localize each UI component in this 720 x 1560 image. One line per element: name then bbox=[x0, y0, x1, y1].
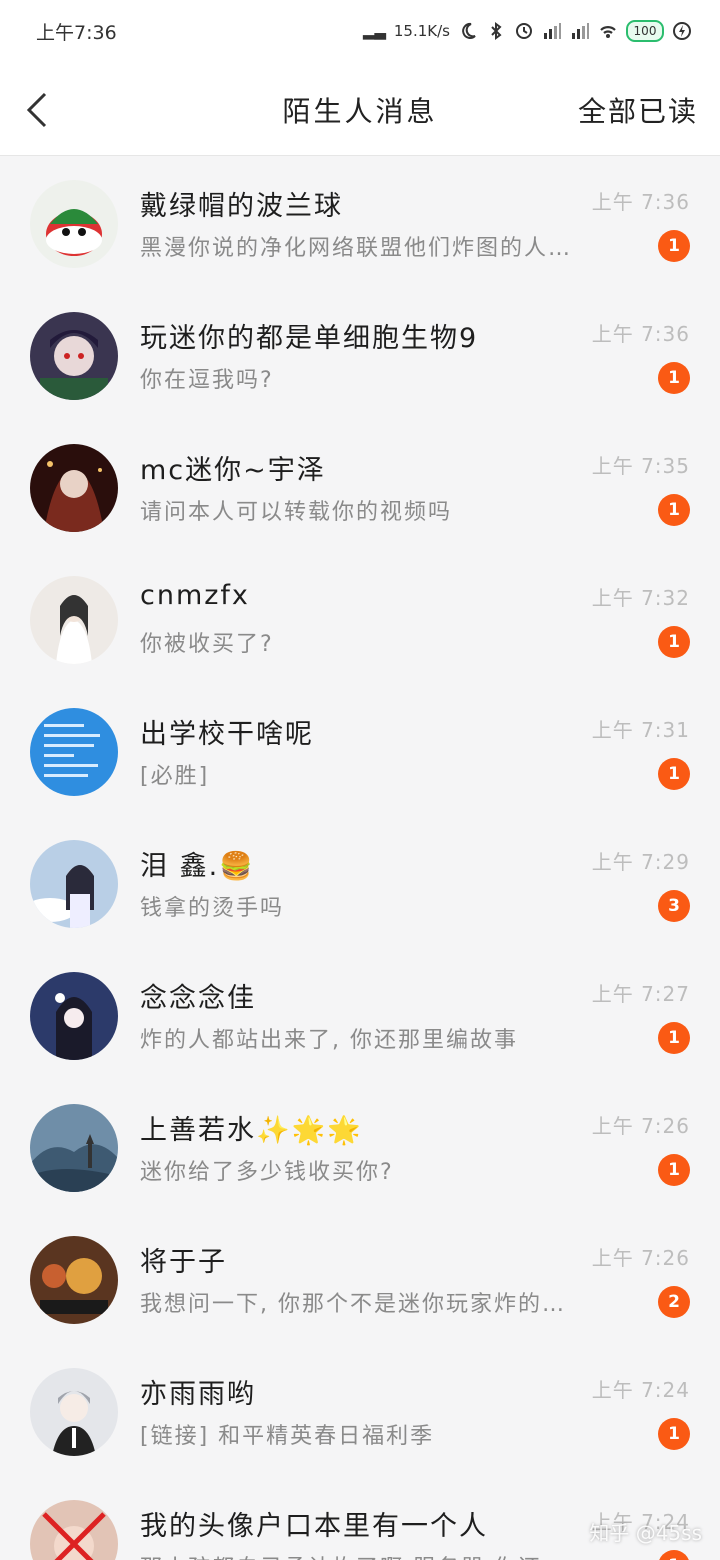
avatar[interactable] bbox=[30, 1500, 118, 1560]
message-time: 上午 7:36 bbox=[591, 190, 690, 214]
avatar-image bbox=[30, 444, 118, 532]
contact-name: 出学校干啥呢 bbox=[140, 719, 314, 750]
battery-indicator: 100 bbox=[626, 20, 664, 42]
avatar[interactable] bbox=[30, 576, 118, 664]
message-time: 上午 7:35 bbox=[591, 454, 690, 478]
avatar[interactable] bbox=[30, 1368, 118, 1456]
avatar-image bbox=[30, 1500, 118, 1560]
message-row[interactable]: 玩迷你的都是单细胞生物9 你在逗我吗? 上午 7:36 1 bbox=[0, 288, 720, 420]
contact-name: 戴绿帽的波兰球 bbox=[140, 191, 343, 222]
message-row[interactable]: 将于子 我想问一下, 你那个不是迷你玩家炸的… 上午 7:26 2 bbox=[0, 1212, 720, 1344]
net-speed: 15.1K/s bbox=[393, 22, 450, 40]
message-preview: [链接] 和平精英春日福利季 bbox=[140, 1424, 435, 1449]
message-preview: 钱拿的烫手吗 bbox=[140, 896, 285, 921]
message-preview: 我想问一下, 你那个不是迷你玩家炸的… bbox=[140, 1292, 566, 1317]
message-time: 上午 7:31 bbox=[591, 718, 690, 742]
message-preview: 那小孩都自己承认炸了啊,服务器,你还 bbox=[140, 1550, 542, 1560]
avatar[interactable] bbox=[30, 444, 118, 532]
unread-badge: 1 bbox=[658, 1550, 690, 1560]
bluetooth-icon bbox=[491, 22, 502, 40]
avatar-image bbox=[30, 840, 118, 928]
avatar-image bbox=[30, 708, 118, 796]
signal-dots-icon: ▂▃ bbox=[362, 22, 386, 40]
avatar[interactable] bbox=[30, 180, 118, 268]
message-preview: 你被收买了? bbox=[140, 632, 274, 657]
contact-name: mc迷你~宇泽 bbox=[140, 455, 326, 486]
unread-badge: 1 bbox=[658, 758, 690, 790]
wifi-icon bbox=[600, 26, 616, 38]
message-time: 上午 7:32 bbox=[591, 586, 690, 610]
message-list: 戴绿帽的波兰球 黑漫你说的净化网络联盟他们炸图的人… 上午 7:36 1 玩迷你… bbox=[0, 156, 720, 1560]
avatar[interactable] bbox=[30, 708, 118, 796]
status-icons: ▂▃ 15.1K/s 100 bbox=[363, 20, 692, 42]
alarm-icon bbox=[516, 23, 532, 39]
unread-badge: 2 bbox=[658, 1286, 690, 1318]
message-preview: 你在逗我吗? bbox=[140, 368, 274, 393]
message-time: 上午 7:26 bbox=[591, 1114, 690, 1138]
status-bar: 上午7:36 ▂▃ 15.1K/s 100 bbox=[0, 0, 720, 62]
message-preview: 炸的人都站出来了, 你还那里编故事 bbox=[140, 1028, 518, 1053]
unread-badge: 1 bbox=[658, 626, 690, 658]
message-row[interactable]: cnmzfx 你被收买了? 上午 7:32 1 bbox=[0, 552, 720, 684]
contact-name: 将于子 bbox=[140, 1247, 227, 1278]
message-preview: 黑漫你说的净化网络联盟他们炸图的人… bbox=[140, 236, 573, 261]
avatar[interactable] bbox=[30, 1236, 118, 1324]
message-time: 上午 7:27 bbox=[591, 982, 690, 1006]
message-row[interactable]: 泪 鑫.🍔 钱拿的烫手吗 上午 7:29 3 bbox=[0, 816, 720, 948]
message-time: 上午 7:29 bbox=[591, 850, 690, 874]
avatar-image bbox=[30, 972, 118, 1060]
avatar-image bbox=[30, 180, 118, 268]
avatar-image bbox=[30, 576, 118, 664]
message-row[interactable]: 念念念佳 炸的人都站出来了, 你还那里编故事 上午 7:27 1 bbox=[0, 948, 720, 1080]
unread-badge: 1 bbox=[658, 1154, 690, 1186]
avatar[interactable] bbox=[30, 1104, 118, 1192]
unread-badge: 1 bbox=[658, 1418, 690, 1450]
contact-name: 上善若水✨🌟🌟 bbox=[140, 1115, 363, 1146]
contact-name: cnmzfx bbox=[140, 580, 250, 611]
avatar[interactable] bbox=[30, 840, 118, 928]
contact-name: 念念念佳 bbox=[140, 983, 256, 1014]
avatar-image bbox=[30, 1104, 118, 1192]
avatar[interactable] bbox=[30, 972, 118, 1060]
avatar-image bbox=[30, 312, 118, 400]
message-row[interactable]: 戴绿帽的波兰球 黑漫你说的净化网络联盟他们炸图的人… 上午 7:36 1 bbox=[0, 156, 720, 288]
contact-name: 亦雨雨哟 bbox=[140, 1379, 256, 1410]
message-row[interactable]: mc迷你~宇泽 请问本人可以转载你的视频吗 上午 7:35 1 bbox=[0, 420, 720, 552]
contact-name: 泪 鑫.🍔 bbox=[140, 851, 255, 882]
watermark: 知乎 @45ss bbox=[589, 1521, 702, 1545]
charging-icon bbox=[673, 22, 691, 40]
message-time: 上午 7:24 bbox=[591, 1378, 690, 1402]
contact-name: 我的头像户口本里有一个人 bbox=[140, 1511, 488, 1542]
message-preview: [必胜] bbox=[140, 764, 210, 789]
unread-badge: 3 bbox=[658, 890, 690, 922]
contact-name: 玩迷你的都是单细胞生物9 bbox=[140, 323, 479, 354]
top-nav-bar: 陌生人消息 全部已读 bbox=[0, 62, 720, 156]
unread-badge: 1 bbox=[658, 494, 690, 526]
message-row[interactable]: 出学校干啥呢 [必胜] 上午 7:31 1 bbox=[0, 684, 720, 816]
mark-all-read-button[interactable]: 全部已读 bbox=[578, 90, 698, 130]
unread-badge: 1 bbox=[658, 1022, 690, 1054]
unread-badge: 1 bbox=[658, 230, 690, 262]
signal-icon-2 bbox=[572, 23, 589, 39]
avatar-image bbox=[30, 1368, 118, 1456]
message-row[interactable]: 上善若水✨🌟🌟 迷你给了多少钱收买你? 上午 7:26 1 bbox=[0, 1080, 720, 1212]
signal-icon bbox=[544, 23, 561, 39]
unread-badge: 1 bbox=[658, 362, 690, 394]
message-row[interactable]: 亦雨雨哟 [链接] 和平精英春日福利季 上午 7:24 1 bbox=[0, 1344, 720, 1476]
avatar[interactable] bbox=[30, 312, 118, 400]
avatar-image bbox=[30, 1236, 118, 1324]
moon-icon bbox=[462, 22, 476, 39]
message-time: 上午 7:26 bbox=[591, 1246, 690, 1270]
message-time: 上午 7:36 bbox=[591, 322, 690, 346]
status-time: 上午7:36 bbox=[36, 21, 117, 44]
message-preview: 迷你给了多少钱收买你? bbox=[140, 1160, 394, 1185]
message-preview: 请问本人可以转载你的视频吗 bbox=[140, 500, 453, 525]
